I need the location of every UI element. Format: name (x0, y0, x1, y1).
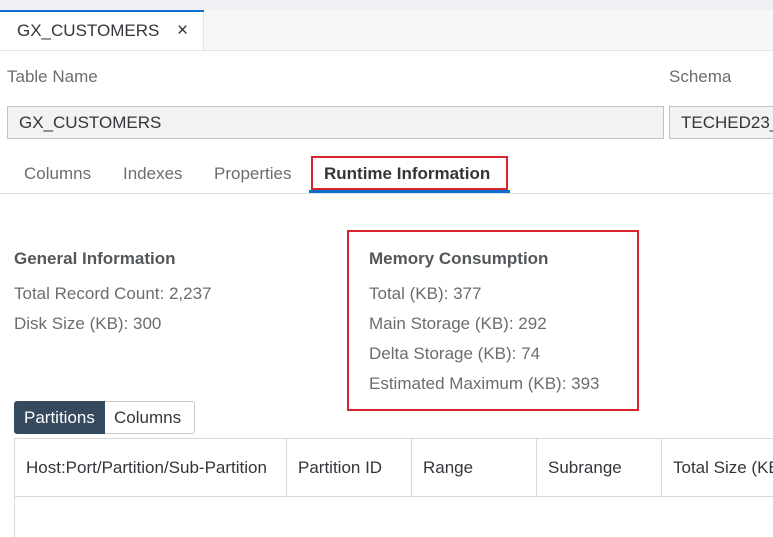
active-subtab-indicator (309, 190, 510, 193)
columns-toggle-button[interactable]: Columns (105, 401, 195, 434)
tab-properties[interactable]: Properties (214, 164, 291, 184)
total-record-count: Total Record Count: 2,237 (14, 284, 212, 303)
table-name-field[interactable]: GX_CUSTOMERS (7, 106, 664, 139)
close-icon[interactable]: × (177, 21, 188, 41)
memory-main-storage: Main Storage (KB): 292 (369, 314, 547, 333)
general-information-title: General Information (14, 249, 176, 268)
schema-field[interactable]: TECHED23_ (669, 106, 773, 139)
subtab-divider (0, 193, 773, 194)
column-header-total-size[interactable]: Total Size (KB) (662, 439, 773, 496)
editor-tab-label: GX_CUSTOMERS (17, 21, 160, 40)
disk-size: Disk Size (KB): 300 (14, 314, 162, 333)
partitions-toggle-button[interactable]: Partitions (14, 401, 105, 434)
table-name-label: Table Name (7, 67, 98, 86)
column-header-range[interactable]: Range (412, 439, 537, 496)
column-header-partition-id[interactable]: Partition ID (287, 439, 412, 496)
schema-label: Schema (669, 67, 732, 86)
partitions-table-body (14, 497, 773, 537)
tab-indexes[interactable]: Indexes (123, 164, 183, 184)
column-header-subrange[interactable]: Subrange (537, 439, 662, 496)
memory-estimated-maximum: Estimated Maximum (KB): 393 (369, 374, 600, 393)
active-tab-indicator (0, 10, 204, 12)
runtime-tab-highlight-box (311, 156, 508, 190)
tab-columns[interactable]: Columns (24, 164, 91, 184)
editor-tab-strip: GX_CUSTOMERS × (0, 0, 773, 51)
tab-strip-top-bar (0, 0, 773, 10)
partitions-table-header: Host:Port/Partition/Sub-Partition Partit… (14, 438, 773, 497)
editor-tab-gx-customers[interactable]: GX_CUSTOMERS × (0, 10, 204, 50)
column-header-host-port[interactable]: Host:Port/Partition/Sub-Partition (15, 439, 287, 496)
memory-consumption-title: Memory Consumption (369, 249, 549, 268)
memory-total: Total (KB): 377 (369, 284, 482, 303)
memory-delta-storage: Delta Storage (KB): 74 (369, 344, 541, 363)
